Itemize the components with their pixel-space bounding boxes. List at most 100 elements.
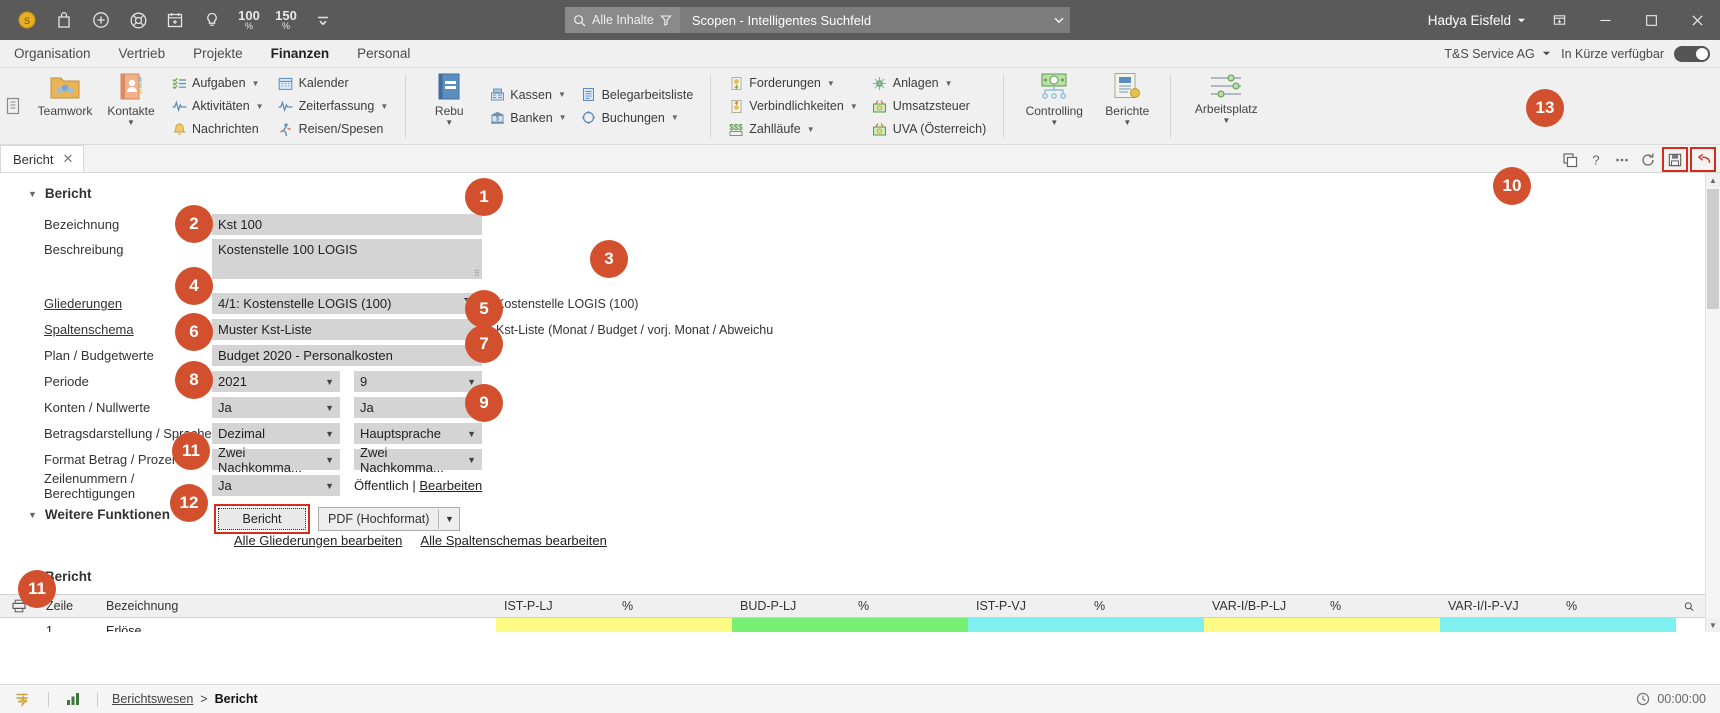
run-report-button[interactable]: Bericht bbox=[218, 508, 306, 530]
chevron-down-icon[interactable]: ▼ bbox=[127, 119, 135, 127]
ribbon-button-controlling[interactable]: Controlling ▼ bbox=[1014, 68, 1094, 144]
minimize-button[interactable] bbox=[1582, 0, 1628, 40]
resize-grip-icon[interactable]: ⠿ bbox=[474, 269, 480, 278]
lifering-icon[interactable] bbox=[121, 4, 155, 36]
zoom-150-button[interactable]: 150% bbox=[269, 4, 303, 36]
ribbon-button-rebu[interactable]: Rebu ▼ bbox=[416, 68, 482, 144]
user-menu[interactable]: Hadya Eisfeld bbox=[1418, 13, 1536, 28]
help-icon[interactable]: ? bbox=[1584, 148, 1608, 171]
menu-item-vertrieb[interactable]: Vertrieb bbox=[105, 40, 180, 67]
scroll-down-arrow[interactable]: ▼ bbox=[1706, 618, 1720, 632]
ribbon-button-uva[interactable]: UVA (Österreich) bbox=[867, 119, 992, 140]
ribbon-button-arbeitsplatz[interactable]: Arbeitsplatz ▼ bbox=[1181, 68, 1271, 144]
company-selector[interactable]: T&S Service AG bbox=[1444, 47, 1551, 61]
field-input-gliederungen[interactable]: 4/1: Kostenstelle LOGIS (100) bbox=[212, 293, 482, 314]
chevron-down-icon[interactable]: ▼ bbox=[438, 509, 459, 529]
link-alle-spaltenschemas-bearbeiten[interactable]: Alle Spaltenschemas bearbeiten bbox=[420, 533, 606, 548]
chevron-down-icon[interactable]: ▼ bbox=[945, 79, 953, 88]
report-col-pct-4[interactable]: % bbox=[1322, 599, 1440, 613]
berechtigungen-edit-link[interactable]: Bearbeiten bbox=[419, 478, 482, 493]
search-dropdown-icon[interactable] bbox=[1048, 14, 1070, 26]
ribbon-button-anlagen[interactable]: Anlagen ▼ bbox=[867, 73, 992, 94]
ribbon-button-teamwork[interactable]: Teamwork bbox=[32, 68, 98, 144]
ribbon-button-aktivitaeten[interactable]: Aktivitäten ▼ bbox=[166, 96, 269, 117]
maximize-button[interactable] bbox=[1628, 0, 1674, 40]
ribbon-button-kassen[interactable]: Kassen ▼ bbox=[484, 84, 571, 105]
ribbon-button-buchungen[interactable]: Buchungen ▼ bbox=[576, 107, 699, 128]
chevron-down-icon[interactable]: ▼ bbox=[28, 510, 37, 520]
chevron-down-icon[interactable]: ▼ bbox=[325, 403, 334, 413]
copy-icon[interactable] bbox=[1558, 148, 1582, 171]
chevron-down-icon[interactable]: ▼ bbox=[380, 102, 388, 111]
bag-icon[interactable] bbox=[47, 4, 81, 36]
chevron-down-icon[interactable]: ▼ bbox=[558, 90, 566, 99]
link-alle-gliederungen-bearbeiten[interactable]: Alle Gliederungen bearbeiten bbox=[234, 533, 402, 548]
ribbon-button-reisen-spesen[interactable]: Reisen/Spesen bbox=[273, 119, 394, 140]
report-col-pct-5[interactable]: % bbox=[1558, 599, 1676, 613]
section-header-bericht[interactable]: ▼ Bericht bbox=[28, 186, 91, 201]
chevron-down-icon[interactable]: ▼ bbox=[850, 102, 858, 111]
menu-item-organisation[interactable]: Organisation bbox=[0, 40, 105, 67]
grid-search-icon[interactable] bbox=[1676, 600, 1702, 613]
chevron-down-icon[interactable]: ▼ bbox=[467, 429, 476, 439]
report-col-ist-p-lj[interactable]: IST-P-LJ bbox=[496, 599, 614, 613]
ribbon-button-berichte[interactable]: Berichte ▼ bbox=[1094, 68, 1160, 144]
chevron-down-icon[interactable]: ▼ bbox=[467, 455, 476, 465]
zoom-100-button[interactable]: 100% bbox=[232, 4, 266, 36]
coin-icon[interactable]: S bbox=[10, 4, 44, 36]
save-icon[interactable] bbox=[1662, 147, 1688, 172]
chevron-down-icon[interactable]: ▼ bbox=[671, 113, 679, 122]
field-select-format-prozent[interactable]: Zwei Nachkomma... ▼ bbox=[354, 445, 482, 475]
chevron-down-icon[interactable]: ▼ bbox=[1050, 119, 1058, 127]
chevron-down-icon[interactable]: ▼ bbox=[445, 119, 453, 127]
bar-chart-icon[interactable] bbox=[53, 691, 93, 707]
report-col-bezeichnung[interactable]: Bezeichnung bbox=[98, 599, 496, 613]
plus-circle-icon[interactable] bbox=[84, 4, 118, 36]
report-col-pct-1[interactable]: % bbox=[614, 599, 732, 613]
report-col-bud-p-lj[interactable]: BUD-P-LJ bbox=[732, 599, 850, 613]
field-select-periode-jahr[interactable]: 2021 ▼ bbox=[212, 371, 340, 392]
chevron-down-icon[interactable]: ▼ bbox=[325, 377, 334, 387]
field-input-bezeichnung[interactable]: Kst 100 bbox=[212, 214, 482, 235]
ribbon-button-banken[interactable]: $ Banken ▼ bbox=[484, 107, 571, 128]
output-format-split-button[interactable]: PDF (Hochformat) ▼ bbox=[318, 507, 461, 531]
close-icon[interactable]: ✕ bbox=[62, 151, 73, 167]
lightbulb-icon[interactable] bbox=[195, 4, 229, 36]
chevron-down-icon[interactable]: ▼ bbox=[827, 79, 835, 88]
ribbon-button-zeiterfassung[interactable]: Zeiterfassung ▼ bbox=[273, 96, 394, 117]
restore-down-icon[interactable] bbox=[1536, 0, 1582, 40]
search-input[interactable]: Scopen - Intelligentes Suchfeld bbox=[680, 13, 1048, 28]
field-select-nullwerte[interactable]: Ja ▼ bbox=[354, 397, 482, 418]
chevron-down-icon[interactable]: ▼ bbox=[559, 113, 567, 122]
field-select-periode-monat[interactable]: 9 ▼ bbox=[354, 371, 482, 392]
availability-toggle[interactable] bbox=[1674, 45, 1710, 62]
field-select-sprache[interactable]: Hauptsprache ▼ bbox=[354, 423, 482, 444]
back-arrow-icon[interactable] bbox=[1690, 147, 1716, 172]
overflow-chevron-icon[interactable] bbox=[306, 4, 340, 36]
ribbon-button-verbindlichkeiten[interactable]: Verbindlichkeiten ▼ bbox=[723, 96, 862, 117]
chevron-down-icon[interactable]: ▼ bbox=[325, 481, 334, 491]
ribbon-button-umsatzsteuer[interactable]: Umsatzsteuer bbox=[867, 96, 992, 117]
ribbon-button-kontakte[interactable]: Kontakte ▼ bbox=[98, 68, 164, 144]
more-icon[interactable] bbox=[1610, 148, 1634, 171]
menu-item-personal[interactable]: Personal bbox=[343, 40, 424, 67]
refresh-icon[interactable] bbox=[1636, 148, 1660, 171]
field-input-beschreibung[interactable]: Kostenstelle 100 LOGIS ⠿ bbox=[212, 239, 482, 279]
chevron-down-icon[interactable]: ▼ bbox=[1222, 117, 1230, 125]
global-search[interactable]: Alle Inhalte Scopen - Intelligentes Such… bbox=[565, 7, 1070, 33]
calendar-add-icon[interactable] bbox=[158, 4, 192, 36]
report-col-ist-p-vj[interactable]: IST-P-VJ bbox=[968, 599, 1086, 613]
ribbon-button-nachrichten[interactable]: Nachrichten bbox=[166, 119, 269, 140]
table-row[interactable]: 1 Erlöse bbox=[0, 618, 1720, 632]
report-col-pct-3[interactable]: % bbox=[1086, 599, 1204, 613]
field-input-plan-budgetwerte[interactable]: Budget 2020 - Personalkosten bbox=[212, 345, 482, 366]
ribbon-button-zahllaeufe[interactable]: $$$ Zahlläufe ▼ bbox=[723, 119, 862, 140]
chevron-down-icon[interactable]: ▼ bbox=[252, 79, 260, 88]
field-select-betragsdarstellung[interactable]: Dezimal ▼ bbox=[212, 423, 340, 444]
lightning-doc-icon[interactable] bbox=[0, 691, 44, 708]
field-input-spaltenschema[interactable]: Muster Kst-Liste bbox=[212, 319, 482, 340]
ribbon-button-forderungen[interactable]: Forderungen ▼ bbox=[723, 73, 862, 94]
ribbon-expand-handle[interactable] bbox=[0, 68, 26, 144]
chevron-down-icon[interactable]: ▼ bbox=[28, 189, 37, 199]
search-scope-selector[interactable]: Alle Inhalte bbox=[565, 7, 680, 33]
